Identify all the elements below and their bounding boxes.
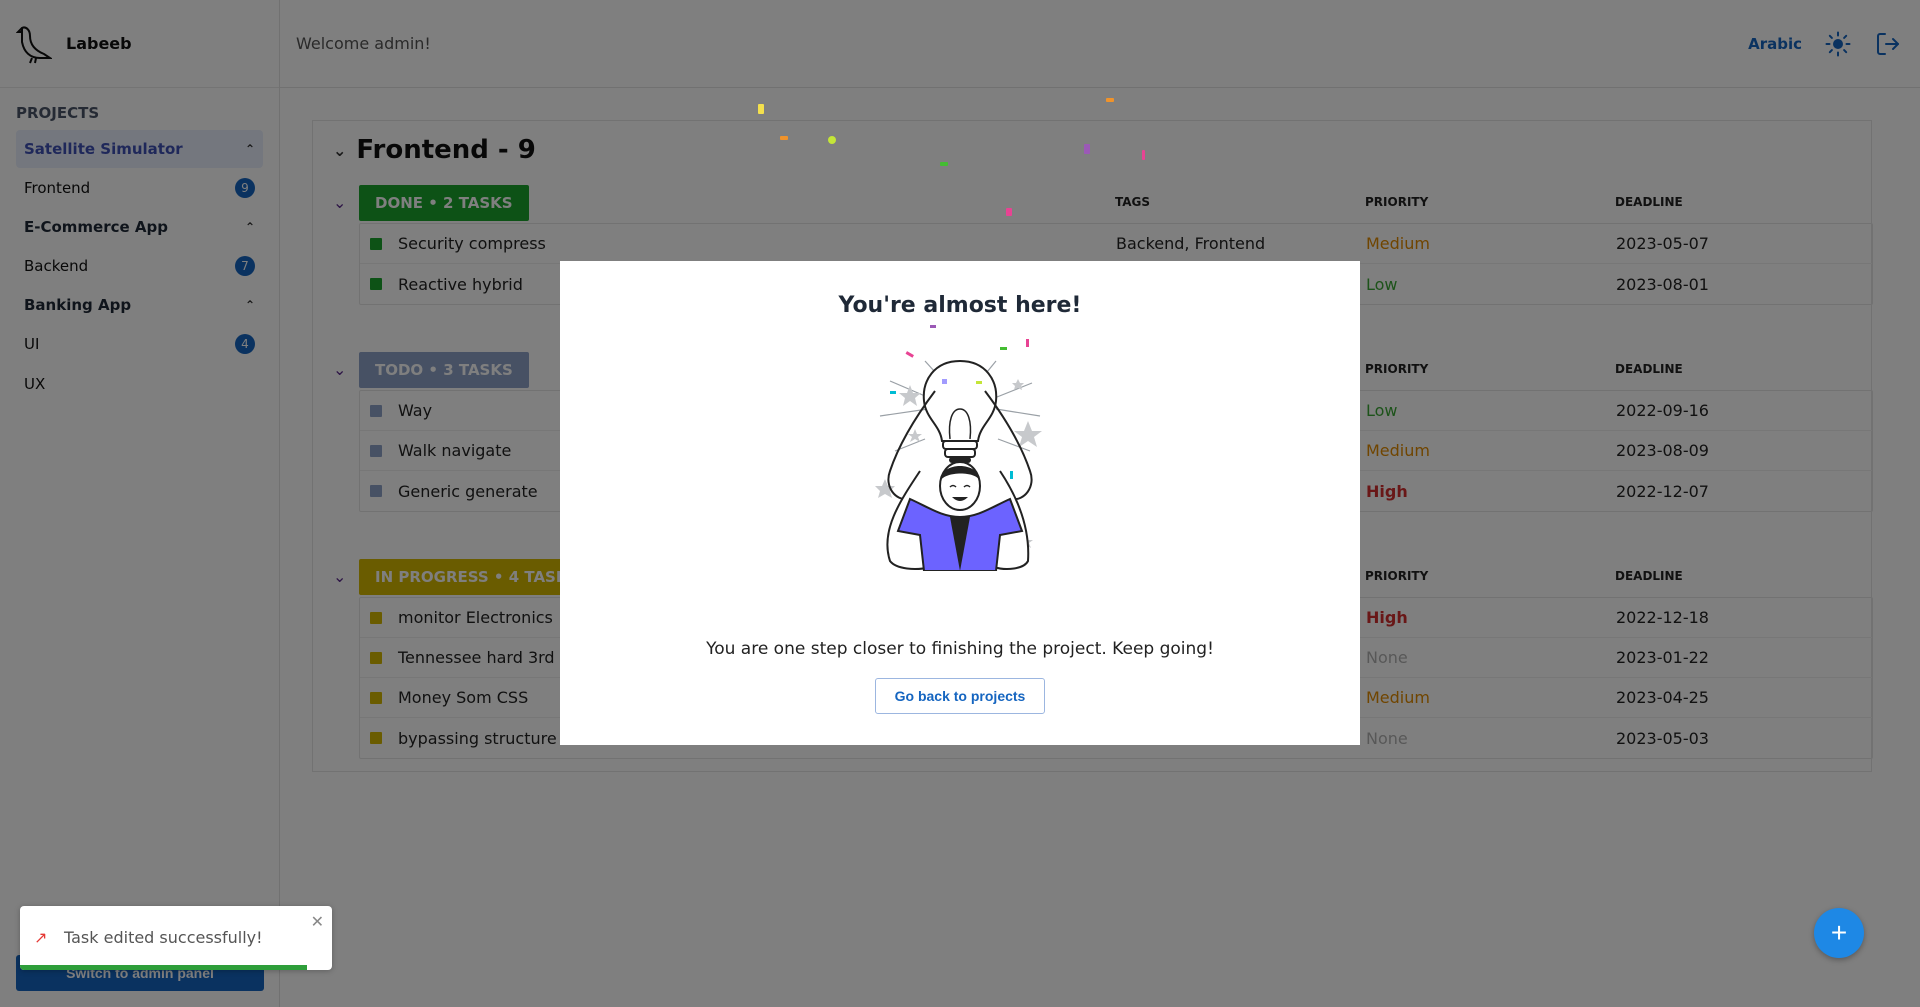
confetti-piece [828,136,836,144]
celebration-modal: You're almost here! You are one step clo… [560,261,1360,745]
confetti-piece [1084,144,1090,154]
confetti-piece [758,104,764,114]
go-back-to-projects-button[interactable]: Go back to projects [875,678,1045,714]
rocket-icon: ↗ [34,928,48,947]
toast-message: Task edited successfully! [64,928,263,947]
lightbulb-person-illustration [875,325,1042,571]
confetti-piece [940,162,948,166]
confetti-piece [1106,98,1114,102]
confetti-piece [1006,208,1012,216]
modal-title: You're almost here! [838,293,1082,318]
toast-notification: ↗ Task edited successfully! ✕ [20,906,332,970]
confetti-piece [1142,150,1145,160]
close-icon[interactable]: ✕ [311,912,324,931]
modal-message: You are one step closer to finishing the… [706,639,1214,659]
add-task-button[interactable]: + [1814,908,1864,958]
toast-progress-bar [20,965,308,970]
confetti-piece [780,136,788,140]
